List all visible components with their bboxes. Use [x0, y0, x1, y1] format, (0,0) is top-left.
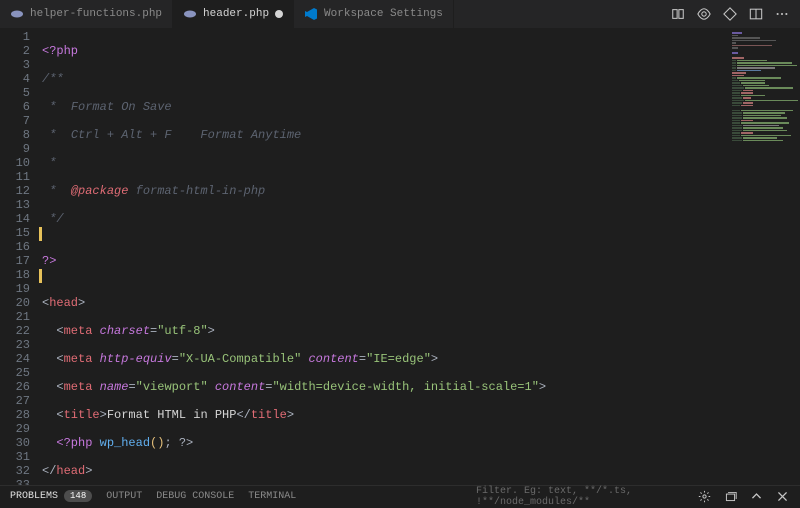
fold-indicator	[39, 269, 42, 283]
editor-actions	[660, 0, 800, 28]
problems-count-badge: 148	[64, 490, 92, 502]
close-icon[interactable]	[774, 489, 790, 505]
editor: 1234567891011121314151617181920212223242…	[0, 28, 800, 485]
php-file-icon	[10, 7, 24, 21]
compare-icon[interactable]	[670, 6, 686, 22]
php-file-icon	[183, 7, 197, 21]
vscode-icon	[304, 7, 318, 21]
collapse-all-icon[interactable]	[722, 489, 738, 505]
gear-icon[interactable]	[696, 489, 712, 505]
fold-indicator	[39, 227, 42, 241]
preview-icon[interactable]	[696, 6, 712, 22]
tab-label: Workspace Settings	[324, 8, 443, 20]
more-icon[interactable]	[774, 6, 790, 22]
tab-workspace-settings[interactable]: Workspace Settings	[294, 0, 454, 28]
dirty-indicator-icon	[275, 10, 283, 18]
tab-header-php[interactable]: header.php	[173, 0, 294, 28]
panel-tab-problems[interactable]: PROBLEMS 148	[10, 491, 92, 502]
tab-label: helper-functions.php	[30, 8, 162, 20]
filter-input[interactable]: Filter. Eg: text, **/*.ts, !**/node_modu…	[476, 486, 686, 508]
tab-label: header.php	[203, 8, 269, 20]
minimap[interactable]	[730, 28, 800, 485]
panel-tab-output[interactable]: OUTPUT	[106, 491, 142, 502]
diff-icon[interactable]	[722, 6, 738, 22]
code-area[interactable]: <?php /** * Format On Save * Ctrl + Alt …	[42, 28, 730, 485]
split-editor-icon[interactable]	[748, 6, 764, 22]
tab-helper-functions[interactable]: helper-functions.php	[0, 0, 173, 28]
bottom-panel: PROBLEMS 148 OUTPUT DEBUG CONSOLE TERMIN…	[0, 485, 800, 507]
panel-tab-debug-console[interactable]: DEBUG CONSOLE	[156, 491, 234, 502]
editor-tab-bar: helper-functions.php header.php Workspac…	[0, 0, 800, 28]
chevron-up-icon[interactable]	[748, 489, 764, 505]
line-number-gutter: 1234567891011121314151617181920212223242…	[0, 28, 42, 485]
panel-tab-terminal[interactable]: TERMINAL	[248, 491, 296, 502]
